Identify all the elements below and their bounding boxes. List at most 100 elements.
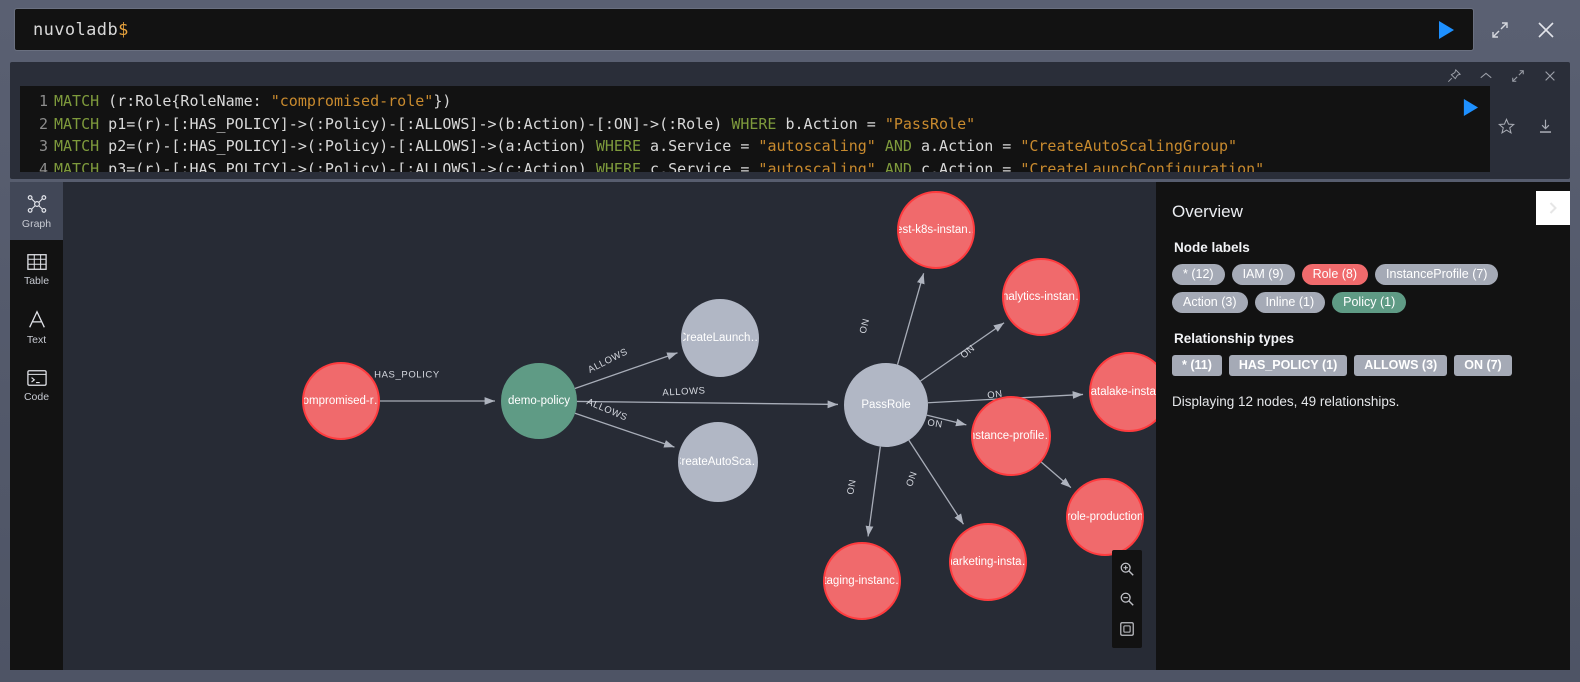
tab-table-label: Table	[23, 274, 50, 287]
relationship-type-pill[interactable]: HAS_POLICY (1)	[1228, 355, 1348, 376]
editor-pin-button[interactable]	[1438, 65, 1470, 87]
editor-code-text[interactable]: MATCH (r:Role{RoleName: "compromised-rol…	[54, 86, 1490, 172]
play-icon	[1463, 98, 1478, 116]
relationship-type-pill[interactable]: * (11)	[1172, 355, 1222, 376]
download-icon	[1539, 119, 1552, 133]
code-line: MATCH p3=(r)-[:HAS_POLICY]->(:Policy)-[:…	[54, 158, 1490, 172]
tab-graph[interactable]: Graph	[10, 182, 63, 240]
relationship-type-pill[interactable]: ON (7)	[1454, 355, 1512, 376]
graph-node[interactable]: staging-instanc…	[823, 542, 901, 620]
tab-text[interactable]: Text	[10, 298, 63, 356]
code-token: (r:Role{RoleName:	[99, 92, 271, 110]
line-number: 4	[38, 160, 48, 172]
window-titlebar: nuvoladb$	[0, 0, 1580, 59]
expand-icon	[1492, 21, 1508, 38]
graph-edge	[574, 352, 678, 390]
graph-node[interactable]: CreateLaunch…	[681, 299, 759, 377]
zoom-in-button[interactable]	[1112, 554, 1142, 584]
editor-side-actions	[1482, 86, 1570, 172]
code-token: WHERE	[595, 137, 642, 156]
window-expand-button[interactable]	[1480, 10, 1520, 50]
graph-node[interactable]: PassRole	[844, 363, 928, 447]
edge-label: ALLOWS	[584, 396, 630, 424]
edge-label: ALLOWS	[662, 385, 706, 399]
graph-node[interactable]: CreateAutoSca…	[678, 422, 758, 502]
code-token: WHERE	[731, 114, 777, 133]
graph-node[interactable]: datalake-instan…	[1089, 352, 1156, 432]
zoom-in-icon	[1120, 562, 1134, 576]
code-token: MATCH	[54, 114, 100, 133]
zoom-out-button[interactable]	[1112, 584, 1142, 614]
graph-node[interactable]: marketing-insta…	[949, 523, 1027, 601]
edge-label: ON	[958, 342, 978, 362]
overview-title: Overview	[1172, 202, 1243, 221]
query-editor-panel: 12345 MATCH (r:Role{RoleName: "compromis…	[10, 62, 1570, 179]
results-area: Graph Table Text Code ompromised-r demo-…	[10, 182, 1570, 670]
node-label-pill[interactable]: InstanceProfile (7)	[1375, 264, 1499, 285]
graph-edge	[574, 412, 675, 448]
code-token: a.Service =	[641, 137, 759, 156]
query-code-area[interactable]: 12345 MATCH (r:Role{RoleName: "compromis…	[20, 86, 1490, 172]
node-label-pill-list: * (12) IAM (9) Role (8) InstanceProfile (7)…	[1172, 264, 1552, 313]
graph-node[interactable]: demo-policy	[501, 363, 577, 439]
view-mode-tabs: Graph Table Text Code	[10, 182, 63, 670]
code-token: "compromised-role"	[270, 92, 434, 110]
code-token: AND	[875, 137, 912, 156]
graph-node[interactable]: role-production	[1066, 478, 1144, 556]
command-prompt-text: nuvoladb$	[33, 20, 1429, 40]
node-label-pill[interactable]: IAM (9)	[1231, 264, 1295, 285]
code-token: p1=(r)-[:HAS_POLICY]->(:Policy)-[:ALLOWS…	[99, 114, 732, 133]
graph-zoom-controls	[1112, 550, 1142, 648]
graph-node[interactable]: instance-profile…	[971, 396, 1051, 476]
tab-code[interactable]: Code	[10, 356, 63, 414]
relationship-type-list: * (11) HAS_POLICY (1) ALLOWS (3) ON (7)	[1172, 355, 1552, 376]
command-prompt-box[interactable]: nuvoladb$	[14, 8, 1474, 51]
editor-toolbar	[1438, 64, 1566, 88]
zoom-out-icon	[1120, 592, 1134, 606]
text-icon	[28, 309, 45, 328]
tab-table[interactable]: Table	[10, 240, 63, 298]
graph-node[interactable]: analytics-instan…	[1002, 258, 1080, 336]
relationship-type-pill[interactable]: ALLOWS (3)	[1354, 355, 1448, 376]
neo4j-browser-window: nuvoladb$ 1 2 3 4 MATCH (r:Role{RoleName…	[0, 0, 1580, 682]
edge-label: HAS_POLICY	[374, 369, 440, 381]
node-label-pill[interactable]: Role (8)	[1301, 264, 1369, 285]
editor-favorite-button[interactable]	[1497, 117, 1516, 140]
graph-edge	[908, 439, 965, 525]
edge-label: ON	[904, 469, 920, 489]
code-line: MATCH p1=(r)-[:HAS_POLICY]->(:Policy)-[:…	[54, 113, 1490, 136]
code-token: p3=(r)-[:HAS_POLICY]->(:Policy)-[:ALLOWS…	[99, 160, 596, 172]
node-label-pill[interactable]: Policy (1)	[1332, 292, 1407, 313]
editor-expand-button[interactable]	[1502, 65, 1534, 87]
code-token: "CreateAutoScalingGroup"	[1020, 137, 1238, 156]
editor-close-button[interactable]	[1534, 65, 1566, 87]
edge-label: ON	[926, 417, 944, 431]
graph-canvas[interactable]: compromised-r… demo-policy CreateLaunch… Cr…	[63, 182, 1156, 670]
editor-collapse-button[interactable]	[1470, 65, 1502, 87]
prompt-db-name: nuvoladb	[33, 19, 119, 40]
node-label-pill[interactable]: * (12)	[1172, 264, 1225, 285]
graph-node[interactable]: compromised-r…	[302, 362, 380, 440]
graph-node[interactable]: test-k8s-instan…	[897, 191, 975, 269]
star-icon	[1497, 117, 1516, 134]
overview-collapse-button[interactable]	[1536, 191, 1570, 225]
graph-icon	[27, 194, 46, 213]
close-icon	[1538, 21, 1554, 38]
code-token: WHERE	[595, 160, 642, 172]
node-label-pill[interactable]: Inline (1)	[1254, 292, 1326, 313]
node-label-pill[interactable]: Action (3)	[1172, 292, 1248, 313]
expand-icon	[1512, 70, 1524, 82]
code-token: "PassRole"	[884, 114, 976, 133]
code-token: b.Action =	[776, 114, 885, 133]
tab-graph-label: Graph	[21, 217, 52, 230]
code-token: a.Action =	[911, 137, 1021, 156]
chevron-up-icon	[1480, 72, 1492, 79]
fit-to-screen-button[interactable]	[1112, 614, 1142, 644]
graph-edge	[865, 446, 881, 537]
editor-download-button[interactable]	[1537, 118, 1554, 140]
pin-icon	[1447, 69, 1461, 83]
window-close-button[interactable]	[1526, 10, 1566, 50]
editor-line-numbers: 12345	[20, 86, 54, 172]
edge-label: ON	[845, 478, 859, 496]
run-query-button[interactable]	[1429, 13, 1463, 47]
